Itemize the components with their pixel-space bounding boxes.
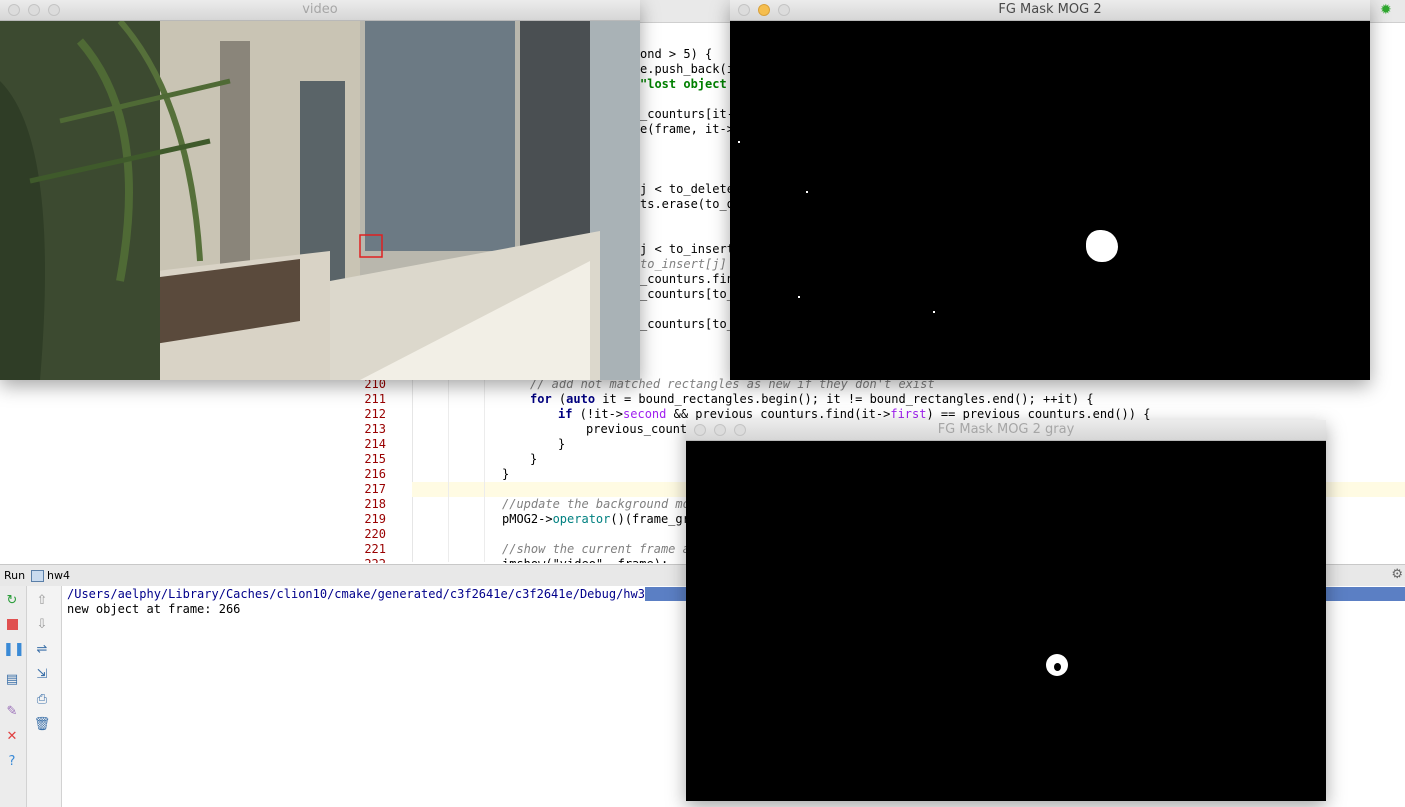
line-number: 214: [364, 437, 386, 451]
console-executable-path[interactable]: /Users/aelphy/Library/Caches/clion10/cma…: [67, 587, 645, 602]
zoom-button[interactable]: [734, 424, 746, 436]
keyword-if: if: [558, 407, 573, 421]
pin-icon[interactable]: ✎: [3, 703, 21, 721]
layout-icon[interactable]: ▤: [3, 671, 21, 689]
indent-guide: [484, 380, 485, 562]
arrow-up-icon[interactable]: ⇧: [33, 592, 51, 610]
code-line-219: pMOG2->operator()(frame_gr: [502, 512, 690, 527]
indent-guide: [448, 380, 449, 562]
line-number: 211: [364, 392, 386, 406]
code-text: (!it->: [572, 407, 624, 421]
console-output-line: new object at frame: 266: [67, 602, 241, 616]
minimize-button[interactable]: [28, 4, 40, 16]
code-fragment: _counturs.fin: [640, 272, 734, 286]
line-number: 215: [364, 452, 386, 466]
code-line-214: }: [558, 437, 566, 451]
print-icon[interactable]: ⎙: [33, 691, 51, 709]
keyword-for: for: [530, 392, 552, 406]
code-fragment: e(frame, it->: [640, 122, 734, 136]
code-fragment: e.push_back(i: [640, 62, 734, 76]
close-button[interactable]: [8, 4, 20, 16]
fg-mask-mog2-gray-window[interactable]: FG Mask MOG 2 gray: [686, 420, 1326, 801]
code-fragment: _counturs[to_: [640, 317, 734, 331]
line-number: 218: [364, 497, 386, 511]
arrow-down-icon[interactable]: ⇩: [33, 616, 51, 634]
mog2-mask-canvas: [730, 21, 1370, 380]
video-window-title: video: [302, 2, 338, 17]
code-text: it = bound_rectangles.begin(); it != bou…: [595, 392, 1094, 406]
run-config-tab[interactable]: hw4: [47, 569, 70, 582]
stop-icon[interactable]: [3, 616, 21, 634]
code-line-222: imshow("video", frame);: [502, 557, 668, 563]
console-text: /Users/aelphy/Library/Caches/clion10/cma…: [67, 587, 645, 617]
fg-mask-mog2-window[interactable]: FG Mask MOG 2: [730, 0, 1370, 380]
code-fragment: j < to_delete: [640, 182, 734, 196]
line-number: 213: [364, 422, 386, 436]
scroll-end-icon[interactable]: ⇲: [33, 666, 51, 684]
line-number: 219: [364, 512, 386, 526]
blob-hole: [1054, 663, 1061, 671]
code-fragment: _counturs[to_: [640, 287, 734, 301]
gear-icon[interactable]: ⚙: [1391, 567, 1403, 582]
code-text: ) == previous_counturs.end()) {: [926, 407, 1151, 421]
mog2-gray-mask-canvas: [686, 441, 1326, 801]
foreground-blob: [1086, 230, 1118, 262]
line-number: 216: [364, 467, 386, 481]
code-line-211: for (auto it = bound_rectangles.begin();…: [530, 392, 1094, 407]
noise-pixel: [798, 296, 800, 298]
close-button[interactable]: [694, 424, 706, 436]
code-fragment: to_insert[j]: [640, 257, 727, 271]
mog2-gray-window-title: FG Mask MOG 2 gray: [937, 422, 1075, 437]
code-fragment: ond > 5) {: [640, 47, 713, 61]
debug-bug-icon[interactable]: ✹: [1380, 2, 1392, 18]
zoom-button[interactable]: [48, 4, 60, 16]
line-number: 212: [364, 407, 386, 421]
run-config-icon: [31, 570, 44, 582]
line-number: 217: [364, 482, 386, 496]
noise-pixel: [738, 141, 740, 143]
run-panel-label: Run: [4, 569, 26, 582]
video-frame: [0, 21, 640, 380]
member-first: first: [890, 407, 927, 421]
minimize-button[interactable]: [714, 424, 726, 436]
code-text: (: [551, 392, 567, 406]
code-line-221: //show the current frame a: [502, 542, 690, 556]
pause-icon[interactable]: ❚❚: [3, 641, 25, 659]
code-fragment: "lost object: [640, 77, 734, 91]
mog2-gray-window-titlebar[interactable]: FG Mask MOG 2 gray: [686, 420, 1326, 441]
code-line-213: previous_countu: [586, 422, 695, 436]
video-window[interactable]: video: [0, 0, 640, 380]
noise-pixel: [933, 311, 935, 313]
operator-call: operator: [552, 512, 611, 526]
run-toolbar-primary: ↻ ❚❚ ▤ ✎ ✕ ?: [0, 586, 27, 807]
keyword-auto: auto: [566, 392, 596, 406]
member-second: second: [623, 407, 667, 421]
close-button[interactable]: [738, 4, 750, 16]
code-line-218: //update the background mo: [502, 497, 690, 511]
code-line-216: }: [502, 467, 510, 481]
noise-pixel: [806, 191, 808, 193]
zoom-button[interactable]: [778, 4, 790, 16]
line-number: 221: [364, 542, 386, 556]
mog2-window-title: FG Mask MOG 2: [998, 2, 1102, 17]
code-text: ()(frame_gr: [610, 512, 690, 526]
code-fragment: ts.erase(to_d: [640, 197, 734, 211]
video-window-titlebar[interactable]: video: [0, 0, 640, 21]
wrap-icon[interactable]: ⇌: [33, 641, 51, 659]
code-fragment: _counturs[it-: [640, 107, 734, 121]
code-text: && previous_counturs.find(it->: [666, 407, 891, 421]
trash-icon[interactable]: 🗑: [33, 716, 51, 734]
mog2-window-titlebar[interactable]: FG Mask MOG 2: [730, 0, 1370, 21]
code-line-215: }: [530, 452, 538, 466]
run-toolbar-secondary: ⇧ ⇩ ⇌ ⇲ ⎙ 🗑: [27, 586, 62, 807]
rerun-icon[interactable]: ↻: [3, 592, 21, 610]
code-fragment: j < to_insert: [640, 242, 734, 256]
code-text: pMOG2->: [502, 512, 553, 526]
line-number: 220: [364, 527, 386, 541]
close-icon[interactable]: ✕: [3, 728, 21, 746]
line-number: 222: [358, 557, 386, 563]
help-icon[interactable]: ?: [3, 753, 21, 771]
minimize-button[interactable]: [758, 4, 770, 16]
